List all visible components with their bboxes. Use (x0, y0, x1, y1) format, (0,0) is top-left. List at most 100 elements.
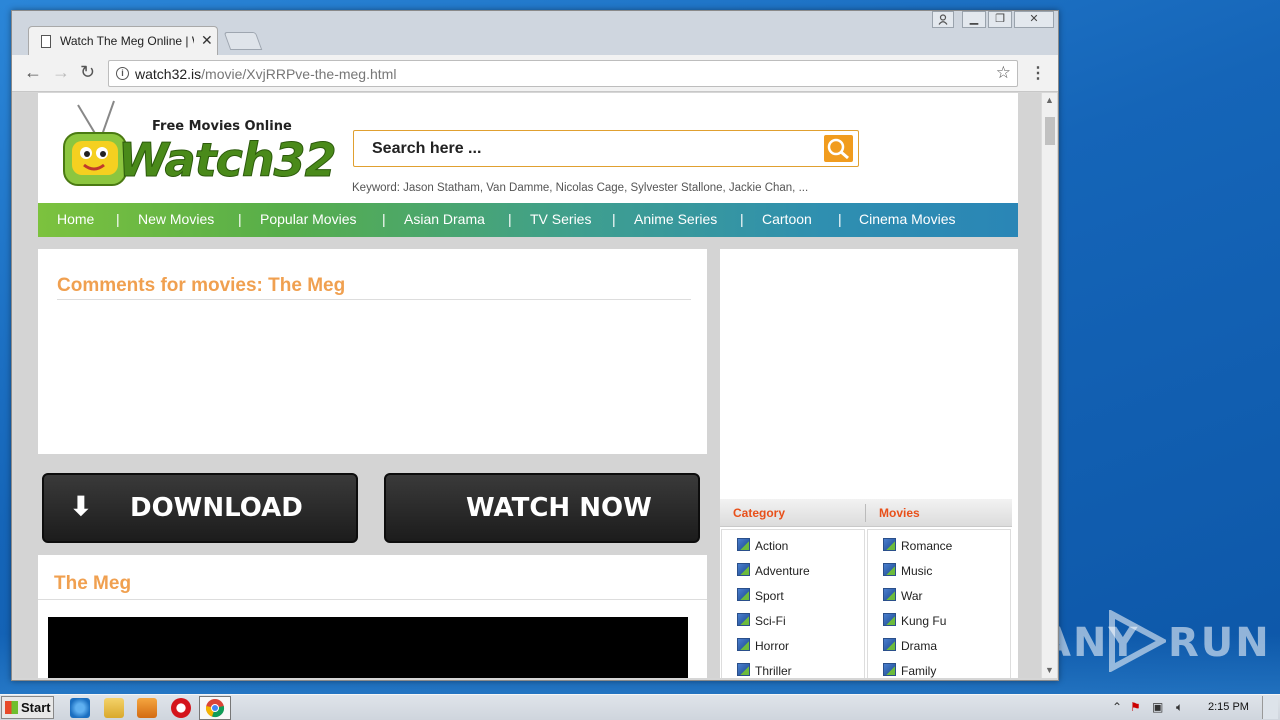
category-item[interactable]: Music (883, 563, 932, 578)
category-item[interactable]: Drama (883, 638, 937, 653)
anyrun-watermark: ANY RUN (1040, 610, 1269, 672)
category-item[interactable]: Romance (883, 538, 952, 553)
scroll-thumb[interactable] (1045, 117, 1055, 145)
media-player-icon[interactable] (137, 698, 157, 718)
category-item[interactable]: Thriller (737, 663, 792, 678)
start-button[interactable]: Start (1, 696, 54, 719)
category-item[interactable]: Horror (737, 638, 789, 653)
action-center-icon[interactable]: ⚑ (1130, 700, 1141, 714)
page-content: Free Movies Online Watch32 Search here .… (38, 93, 1018, 678)
divider (57, 299, 691, 300)
network-icon[interactable]: ▣ (1152, 700, 1163, 714)
nav-separator: | (838, 211, 842, 227)
nav-new-movies[interactable]: New Movies (138, 211, 214, 227)
film-icon (737, 538, 750, 551)
download-label: DOWNLOAD (130, 493, 303, 523)
forward-arrow-icon[interactable]: → (52, 62, 70, 83)
vertical-scrollbar[interactable]: ▲ ▼ (1041, 93, 1057, 678)
category-list-left: Action Adventure Sport Sci-Fi Horror Thr… (721, 529, 865, 678)
main-nav: Home | New Movies | Popular Movies | Asi… (38, 203, 1018, 237)
nav-separator: | (382, 211, 386, 227)
comments-panel: Comments for movies: The Meg (38, 249, 707, 454)
tray-expand-icon[interactable]: ⌃ (1112, 700, 1122, 714)
film-icon (883, 638, 896, 651)
category-item[interactable]: War (883, 588, 923, 603)
chrome-taskbar-button[interactable] (199, 696, 231, 720)
nav-cartoon[interactable]: Cartoon (762, 211, 812, 227)
browser-toolbar: ← → ↻ i watch32.is/movie/XvjRRPve-the-me… (12, 55, 1058, 92)
restore-button[interactable]: ❐ (988, 11, 1012, 28)
category-item[interactable]: Kung Fu (883, 613, 946, 628)
back-arrow-icon[interactable]: ← (24, 62, 42, 83)
taskbar: Start ⌃ ⚑ ▣ 🔈︎ 2:15 PM (0, 694, 1280, 720)
category-item[interactable]: Family (883, 663, 936, 678)
nav-tv-series[interactable]: TV Series (530, 211, 591, 227)
title-bar: Watch The Meg Online | Wa ✕ ▁ ❐ ✕ (12, 11, 1058, 56)
divider (38, 599, 707, 600)
download-arrow-icon: ⬇ (70, 491, 92, 521)
nav-separator: | (508, 211, 512, 227)
nav-anime-series[interactable]: Anime Series (634, 211, 717, 227)
watermark-right-text: RUN (1168, 620, 1271, 666)
minimize-button[interactable]: ▁ (962, 11, 986, 28)
nav-separator: | (612, 211, 616, 227)
film-icon (737, 663, 750, 676)
film-icon (737, 638, 750, 651)
info-icon[interactable]: i (116, 67, 129, 80)
site-header: Free Movies Online Watch32 Search here .… (38, 93, 1018, 203)
opera-icon[interactable] (171, 698, 191, 718)
show-desktop-button[interactable] (1262, 696, 1278, 719)
download-button[interactable]: ⬇ DOWNLOAD (42, 473, 358, 543)
scroll-up-icon[interactable]: ▲ (1045, 95, 1054, 105)
nav-asian-drama[interactable]: Asian Drama (404, 211, 485, 227)
scroll-down-icon[interactable]: ▼ (1045, 665, 1054, 675)
logo-wordmark: Watch32 (118, 133, 338, 188)
site-logo[interactable]: Free Movies Online Watch32 (58, 95, 337, 195)
search-placeholder: Search here ... (372, 140, 482, 157)
sidebar: Category Movies Action Adventure Sport S… (720, 249, 1018, 678)
watch-now-label: WATCH NOW (466, 493, 652, 523)
volume-icon[interactable]: 🔈︎ (1176, 700, 1183, 715)
keyword-line: Keyword: Jason Statham, Van Damme, Nicol… (352, 182, 809, 194)
watch-now-button[interactable]: WATCH NOW (384, 473, 700, 543)
user-profile-icon[interactable] (932, 11, 954, 28)
chrome-icon (205, 699, 225, 718)
internet-explorer-icon[interactable] (70, 698, 90, 718)
browser-tab[interactable]: Watch The Meg Online | Wa ✕ (28, 26, 218, 56)
new-tab-button[interactable] (223, 32, 263, 50)
movies-heading: Movies (879, 506, 920, 520)
url-host: watch32.is (135, 66, 202, 82)
logo-tagline: Free Movies Online (152, 119, 292, 134)
nav-cinema-movies[interactable]: Cinema Movies (859, 211, 955, 227)
url-path: /movie/XvjRRPve-the-meg.html (201, 66, 397, 82)
film-icon (883, 663, 896, 676)
category-item[interactable]: Adventure (737, 563, 810, 578)
file-explorer-icon[interactable] (104, 698, 124, 718)
bookmark-star-icon[interactable]: ☆ (996, 63, 1011, 83)
category-item[interactable]: Sci-Fi (737, 613, 786, 628)
page-icon (41, 35, 51, 48)
reload-icon[interactable]: ↻ (80, 62, 95, 83)
category-header: Category Movies (720, 499, 1012, 527)
start-label: Start (21, 700, 51, 715)
nav-popular-movies[interactable]: Popular Movies (260, 211, 357, 227)
browser-menu-icon[interactable]: ⋮ (1030, 63, 1046, 83)
movie-title: The Meg (54, 573, 132, 594)
film-icon (883, 588, 896, 601)
film-icon (737, 588, 750, 601)
search-input[interactable]: Search here ... (353, 130, 859, 167)
address-bar[interactable]: i watch32.is/movie/XvjRRPve-the-meg.html… (108, 60, 1018, 87)
tab-close-icon[interactable]: ✕ (201, 32, 213, 49)
category-heading: Category (733, 506, 786, 520)
close-window-button[interactable]: ✕ (1014, 11, 1054, 28)
category-item[interactable]: Sport (737, 588, 784, 603)
comments-heading: Comments for movies: The Meg (57, 275, 346, 296)
video-player[interactable] (48, 617, 688, 678)
clock[interactable]: 2:15 PM (1208, 701, 1249, 713)
search-button[interactable] (824, 135, 853, 162)
nav-home[interactable]: Home (57, 211, 94, 227)
film-icon (737, 613, 750, 626)
category-item[interactable]: Action (737, 538, 788, 553)
search-icon (827, 138, 849, 160)
play-triangle-icon (1109, 610, 1166, 672)
